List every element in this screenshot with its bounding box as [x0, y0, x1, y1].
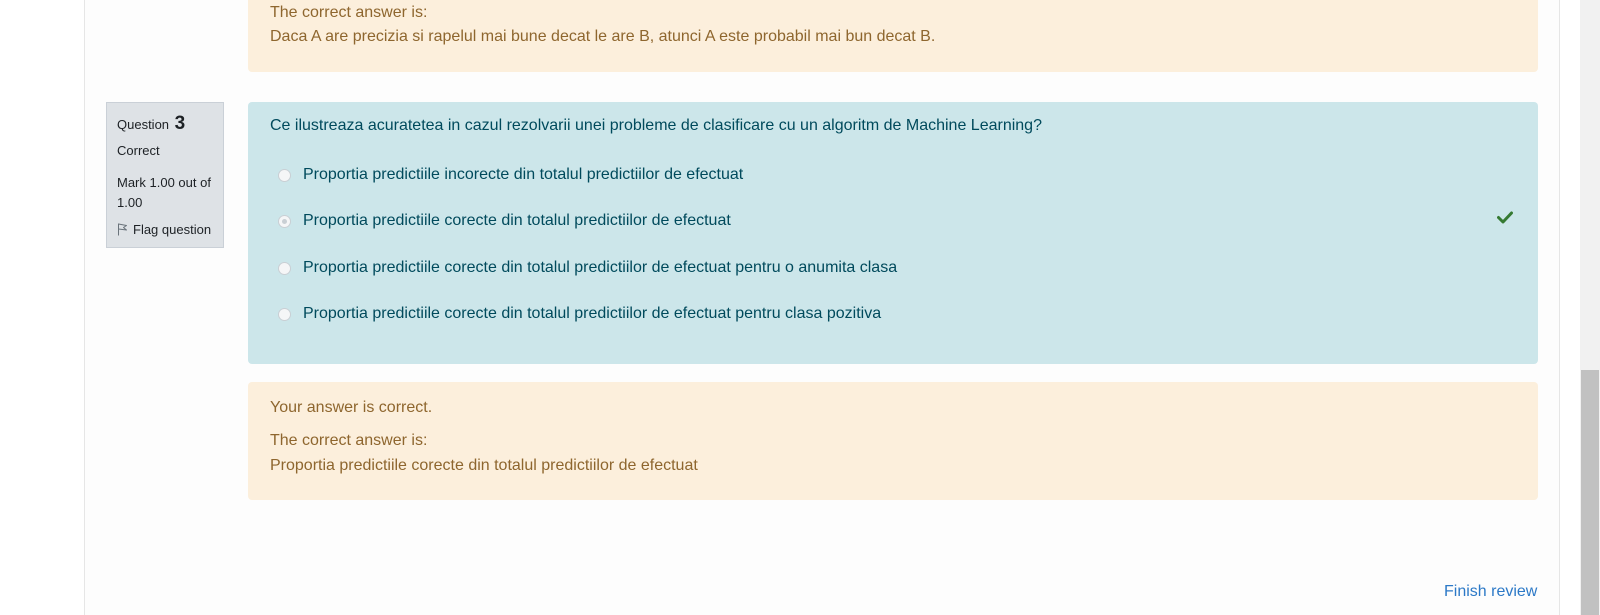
flag-question-button[interactable]: Flag question	[117, 222, 211, 237]
question-number: Question 3	[117, 113, 185, 135]
previous-correct-answer-text: Daca A are precizia si rapelul mai bune …	[270, 28, 936, 45]
check-icon	[1497, 211, 1513, 229]
correct-answer-text: Proportia predictiile corecte din totalu…	[270, 457, 698, 474]
answer-option-2[interactable]: Proportia predictiile corecte din totalu…	[278, 212, 731, 230]
question-feedback: Your answer is correct. The correct answ…	[248, 382, 1538, 500]
answer-label: Proportia predictiile corecte din totalu…	[303, 212, 731, 229]
answer-option-3[interactable]: Proportia predictiile corecte din totalu…	[278, 259, 897, 277]
answer-label: Proportia predictiile incorecte din tota…	[303, 166, 744, 183]
question-number-value: 3	[174, 113, 186, 134]
answer-label: Proportia predictiile corecte din totalu…	[303, 305, 882, 322]
flag-question-label: Flag question	[133, 222, 212, 237]
finish-review-link[interactable]: Finish review	[1444, 583, 1537, 601]
answer-radio-selected[interactable]	[278, 214, 291, 228]
answer-radio[interactable]	[278, 168, 291, 182]
question-text: Ce ilustreaza acuratetea in cazul rezolv…	[270, 117, 1042, 134]
feedback-result: Your answer is correct.	[270, 399, 433, 416]
question-grade: Mark 1.00 out of 1.00	[117, 175, 211, 210]
previous-question-feedback: The correct answer is: Daca A are preciz…	[248, 0, 1538, 72]
answer-radio[interactable]	[278, 261, 291, 275]
question-label: Question	[117, 117, 170, 132]
answer-option-1[interactable]: Proportia predictiile incorecte din tota…	[278, 166, 743, 184]
question-state: Correct	[117, 143, 160, 158]
answer-label: Proportia predictiile corecte din totalu…	[303, 259, 898, 276]
flag-icon	[117, 223, 128, 236]
correct-answer-label: The correct answer is:	[270, 432, 428, 449]
answer-radio[interactable]	[278, 307, 291, 321]
scrollbar-thumb[interactable]	[1581, 370, 1599, 615]
question-info-panel: Question 3 Correct Mark 1.00 out of 1.00…	[106, 102, 224, 248]
previous-correct-answer-label: The correct answer is:	[270, 4, 428, 21]
answer-option-4[interactable]: Proportia predictiile corecte din totalu…	[278, 305, 881, 323]
question-content: Ce ilustreaza acuratetea in cazul rezolv…	[248, 102, 1538, 364]
